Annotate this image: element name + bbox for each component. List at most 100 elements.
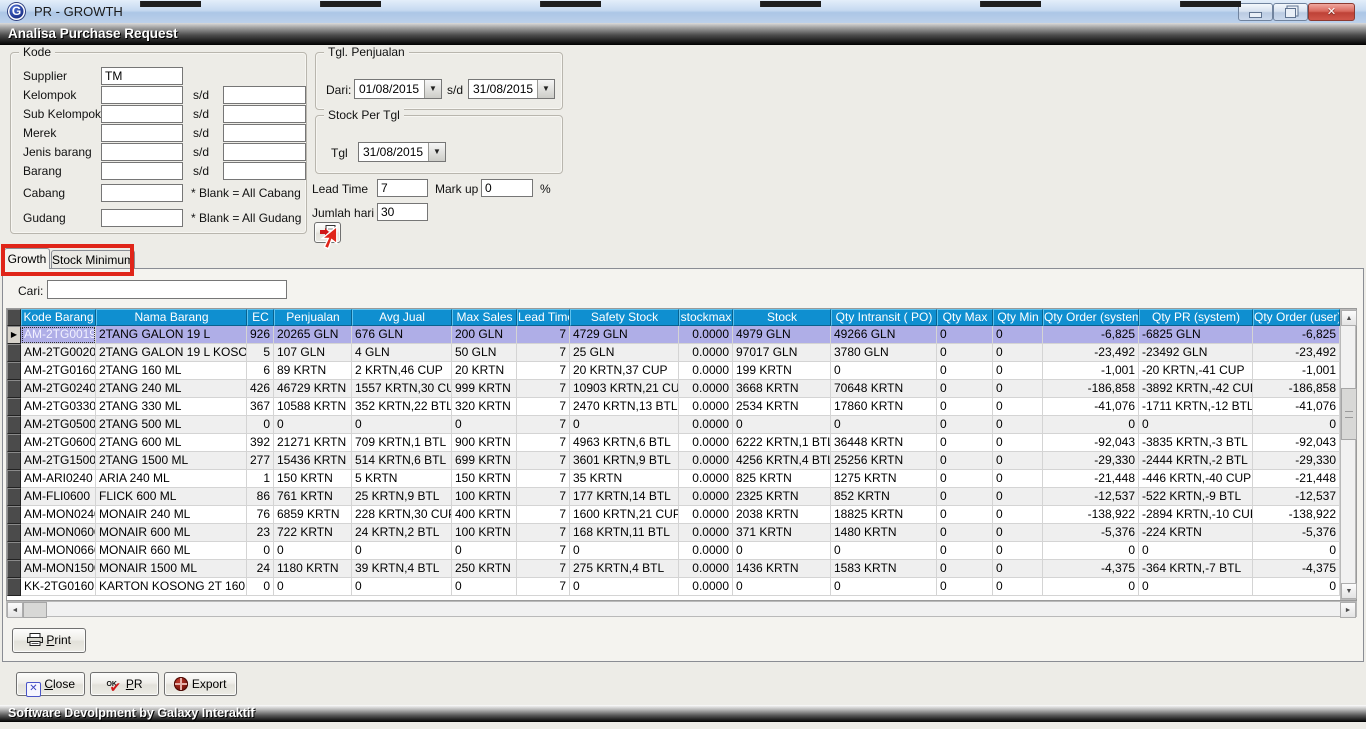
horizontal-scrollbar[interactable]: ◄ ► bbox=[6, 601, 1357, 617]
field-input-jenis-barang[interactable] bbox=[101, 143, 183, 161]
grid-cell[interactable]: 0 bbox=[937, 452, 993, 470]
grid-cell[interactable]: 0.0000 bbox=[679, 416, 733, 434]
grid-cell[interactable]: 0 bbox=[247, 416, 274, 434]
grid-cell[interactable]: 0.0000 bbox=[679, 578, 733, 596]
row-selector[interactable] bbox=[7, 578, 21, 596]
field-input-kelompok-to[interactable] bbox=[223, 86, 306, 104]
grid-cell[interactable]: 0 bbox=[733, 578, 831, 596]
grid-cell[interactable]: 0 bbox=[247, 542, 274, 560]
grid-cell[interactable]: 1557 KRTN,30 CUP bbox=[352, 380, 452, 398]
grid-header-cell[interactable]: Qty Max bbox=[937, 309, 993, 326]
grid-cell[interactable]: 0 bbox=[274, 578, 352, 596]
grid-cell[interactable]: 0 bbox=[937, 326, 993, 344]
grid-cell[interactable]: -41,076 bbox=[1043, 398, 1139, 416]
grid-cell[interactable]: MONAIR 1500 ML bbox=[96, 560, 247, 578]
grid-cell[interactable]: 2534 KRTN bbox=[733, 398, 831, 416]
grid-cell[interactable]: 400 KRTN bbox=[452, 506, 517, 524]
grid-cell[interactable]: 3780 GLN bbox=[831, 344, 937, 362]
grid-cell[interactable]: 4963 KRTN,6 BTL bbox=[570, 434, 679, 452]
grid-cell[interactable]: -3892 KRTN,-42 CUP bbox=[1139, 380, 1253, 398]
grid-cell[interactable]: 999 KRTN bbox=[452, 380, 517, 398]
grid-cell[interactable]: 17860 KRTN bbox=[831, 398, 937, 416]
grid-cell[interactable]: 2 KRTN,46 CUP bbox=[352, 362, 452, 380]
grid-cell[interactable]: -4,375 bbox=[1043, 560, 1139, 578]
grid-cell[interactable]: 0 bbox=[570, 542, 679, 560]
grid-cell[interactable]: 0 bbox=[733, 416, 831, 434]
grid-cell[interactable]: 371 KRTN bbox=[733, 524, 831, 542]
grid-cell[interactable]: 7 bbox=[517, 326, 570, 344]
grid-cell[interactable]: AM-2TG0330 bbox=[21, 398, 96, 416]
grid-cell[interactable]: 0 bbox=[570, 416, 679, 434]
grid-cell[interactable]: 0 bbox=[993, 470, 1043, 488]
field-input-sub-kelompok-to[interactable] bbox=[223, 105, 306, 123]
grid-cell[interactable]: 24 KRTN,2 BTL bbox=[352, 524, 452, 542]
grid-cell[interactable]: 36448 KRTN bbox=[831, 434, 937, 452]
vertical-scroll-thumb[interactable] bbox=[1341, 388, 1357, 440]
grid-cell[interactable]: 7 bbox=[517, 416, 570, 434]
grid-cell[interactable]: 4 GLN bbox=[352, 344, 452, 362]
grid-header-cell[interactable]: Qty Min bbox=[993, 309, 1043, 326]
grid-cell[interactable]: 676 GLN bbox=[352, 326, 452, 344]
grid-cell[interactable]: 761 KRTN bbox=[274, 488, 352, 506]
grid-header-cell[interactable]: EC bbox=[247, 309, 274, 326]
grid-cell[interactable]: 76 bbox=[247, 506, 274, 524]
grid-header-cell[interactable]: Avg Jual bbox=[352, 309, 452, 326]
scroll-right-icon[interactable]: ► bbox=[1340, 602, 1356, 618]
grid-cell[interactable]: -29,330 bbox=[1253, 452, 1340, 470]
grid-cell[interactable]: 709 KRTN,1 BTL bbox=[352, 434, 452, 452]
grid-header-cell[interactable]: Qty Order (system) bbox=[1043, 309, 1139, 326]
row-selector[interactable] bbox=[7, 470, 21, 488]
row-selector[interactable] bbox=[7, 506, 21, 524]
grid-cell[interactable]: 0 bbox=[452, 542, 517, 560]
grid-cell[interactable]: 699 KRTN bbox=[452, 452, 517, 470]
grid-cell[interactable]: 20265 GLN bbox=[274, 326, 352, 344]
grid-cell[interactable]: 0.0000 bbox=[679, 326, 733, 344]
grid-cell[interactable]: 7 bbox=[517, 560, 570, 578]
grid-cell[interactable]: AM-MON0240 bbox=[21, 506, 96, 524]
grid-cell[interactable]: 0 bbox=[1253, 578, 1340, 596]
grid-cell[interactable]: 0 bbox=[993, 578, 1043, 596]
grid-cell[interactable]: -5,376 bbox=[1043, 524, 1139, 542]
grid-cell[interactable]: 0 bbox=[352, 416, 452, 434]
grid-cell[interactable]: 0.0000 bbox=[679, 452, 733, 470]
grid-cell[interactable]: 23 bbox=[247, 524, 274, 542]
grid-cell[interactable]: AM-MON0660 bbox=[21, 542, 96, 560]
grid-cell[interactable]: -1,001 bbox=[1253, 362, 1340, 380]
row-selector[interactable] bbox=[7, 380, 21, 398]
grid-cell[interactable]: 7 bbox=[517, 380, 570, 398]
grid-cell[interactable]: 0 bbox=[1043, 416, 1139, 434]
grid-cell[interactable]: 4729 GLN bbox=[570, 326, 679, 344]
grid-header-cell[interactable]: Safety Stock bbox=[570, 309, 679, 326]
grid-cell[interactable]: 900 KRTN bbox=[452, 434, 517, 452]
grid-cell[interactable]: AM-2TG0600 bbox=[21, 434, 96, 452]
grid-cell[interactable]: 39 KRTN,4 BTL bbox=[352, 560, 452, 578]
grid-cell[interactable]: 0 bbox=[993, 380, 1043, 398]
grid-cell[interactable]: 2TANG 240 ML bbox=[96, 380, 247, 398]
grid-cell[interactable]: 0 bbox=[570, 578, 679, 596]
grid-cell[interactable]: 0 bbox=[993, 434, 1043, 452]
grid-cell[interactable]: 7 bbox=[517, 398, 570, 416]
grid-cell[interactable]: 0 bbox=[831, 362, 937, 380]
grid-cell[interactable]: -2894 KRTN,-10 CUP bbox=[1139, 506, 1253, 524]
row-selector[interactable] bbox=[7, 524, 21, 542]
grid-cell[interactable]: 0 bbox=[937, 470, 993, 488]
grid-cell[interactable]: AM-2TG0020 bbox=[21, 344, 96, 362]
field-input-sub-kelompok[interactable] bbox=[101, 105, 183, 123]
grid-cell[interactable]: 0.0000 bbox=[679, 542, 733, 560]
grid-cell[interactable]: -224 KRTN bbox=[1139, 524, 1253, 542]
grid-cell[interactable]: -1,001 bbox=[1043, 362, 1139, 380]
tgl-dropdown-icon[interactable]: ▼ bbox=[428, 143, 445, 161]
grid-cell[interactable]: 199 KRTN bbox=[733, 362, 831, 380]
grid-header-cell[interactable]: Qty Intransit ( PO) bbox=[831, 309, 937, 326]
grid-cell[interactable]: 7 bbox=[517, 362, 570, 380]
grid-cell[interactable]: 100 KRTN bbox=[452, 488, 517, 506]
grid-cell[interactable]: 35 KRTN bbox=[570, 470, 679, 488]
close-window-button[interactable]: ✕ bbox=[1308, 3, 1355, 21]
grid-cell[interactable]: 277 bbox=[247, 452, 274, 470]
grid-cell[interactable]: 0 bbox=[1043, 578, 1139, 596]
grid-cell[interactable]: AM-2TG0500 bbox=[21, 416, 96, 434]
grid-cell[interactable]: 150 KRTN bbox=[274, 470, 352, 488]
grid-cell[interactable]: -364 KRTN,-7 BTL bbox=[1139, 560, 1253, 578]
field-input-barang-to[interactable] bbox=[223, 162, 306, 180]
grid-cell[interactable]: 0 bbox=[937, 416, 993, 434]
